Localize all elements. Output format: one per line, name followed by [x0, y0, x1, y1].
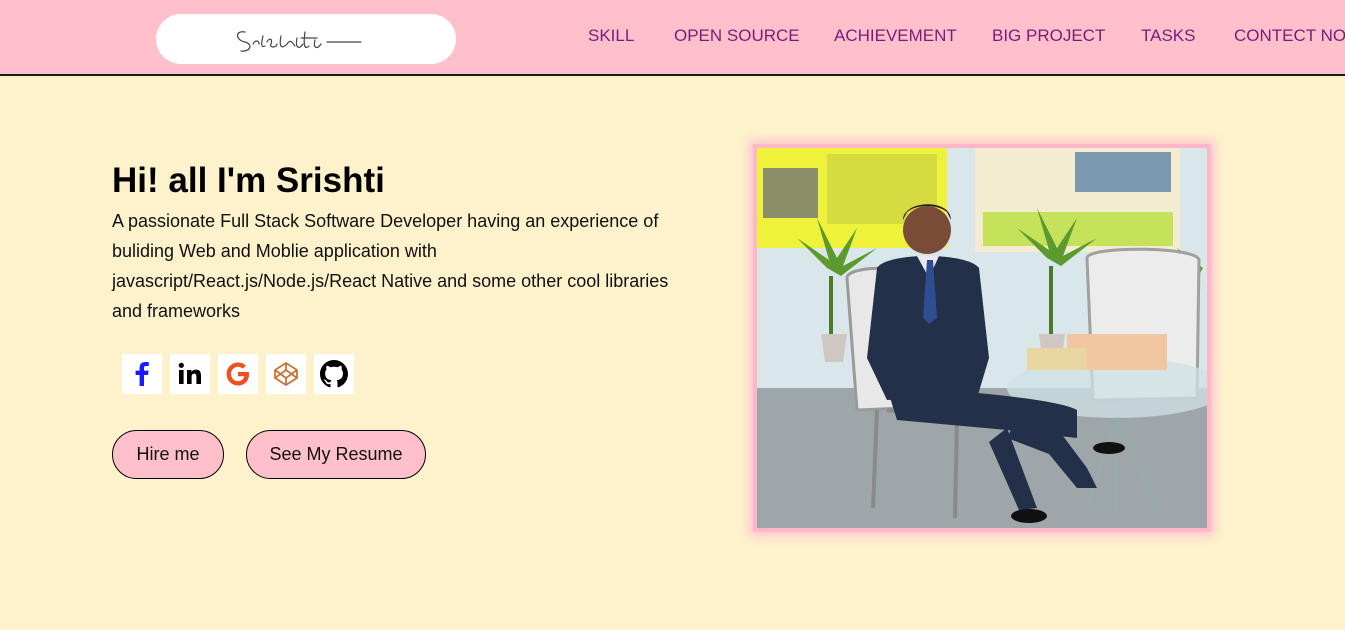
nav-tasks[interactable]: TASKS	[1141, 26, 1195, 46]
google-link[interactable]	[218, 354, 258, 394]
nav-contect-no[interactable]: CONTECT NO	[1234, 26, 1345, 46]
hero-title: Hi! all I'm Srishti	[112, 161, 385, 200]
main-nav: SKILL OPEN SOURCE ACHIEVEMENT BIG PROJEC…	[0, 26, 1345, 50]
nav-big-project[interactable]: BIG PROJECT	[992, 26, 1105, 46]
social-links	[122, 354, 354, 394]
facebook-icon	[135, 362, 149, 386]
profile-photo-frame	[753, 144, 1211, 532]
github-link[interactable]	[314, 354, 354, 394]
github-icon	[320, 360, 348, 388]
profile-photo-illustration	[757, 148, 1207, 528]
linkedin-link[interactable]	[170, 354, 210, 394]
see-resume-button[interactable]: See My Resume	[246, 430, 426, 479]
linkedin-icon	[178, 362, 201, 384]
codepen-link[interactable]	[266, 354, 306, 394]
nav-open-source[interactable]: OPEN SOURCE	[674, 26, 800, 46]
google-icon	[226, 362, 249, 386]
hero-description: A passionate Full Stack Software Develop…	[112, 211, 669, 321]
codepen-icon	[274, 362, 298, 386]
profile-photo	[757, 148, 1207, 528]
hire-me-button[interactable]: Hire me	[112, 430, 224, 479]
nav-achievement[interactable]: ACHIEVEMENT	[834, 26, 957, 46]
nav-skill[interactable]: SKILL	[588, 26, 634, 46]
facebook-link[interactable]	[122, 354, 162, 394]
top-navbar: SKILL OPEN SOURCE ACHIEVEMENT BIG PROJEC…	[0, 0, 1345, 76]
